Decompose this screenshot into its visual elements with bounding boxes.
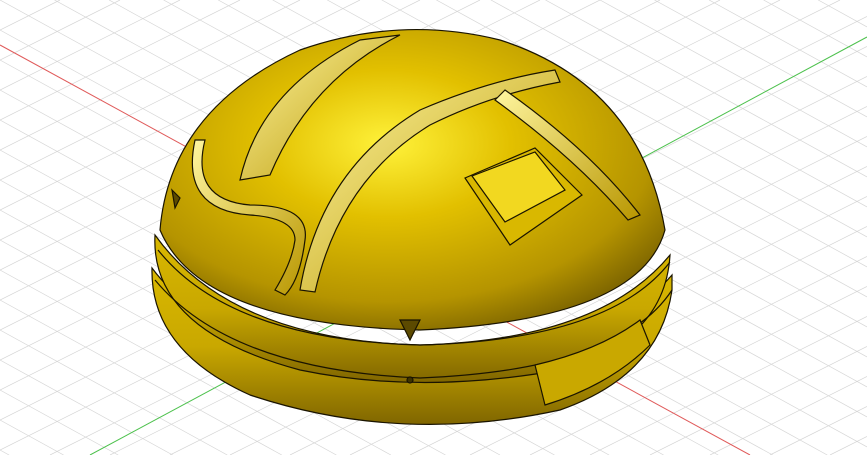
dome-model[interactable]	[151, 29, 673, 425]
dome-body	[159, 29, 666, 331]
small-hole	[406, 376, 414, 384]
model-canvas[interactable]	[0, 0, 867, 455]
cad-viewport[interactable]	[0, 0, 867, 455]
